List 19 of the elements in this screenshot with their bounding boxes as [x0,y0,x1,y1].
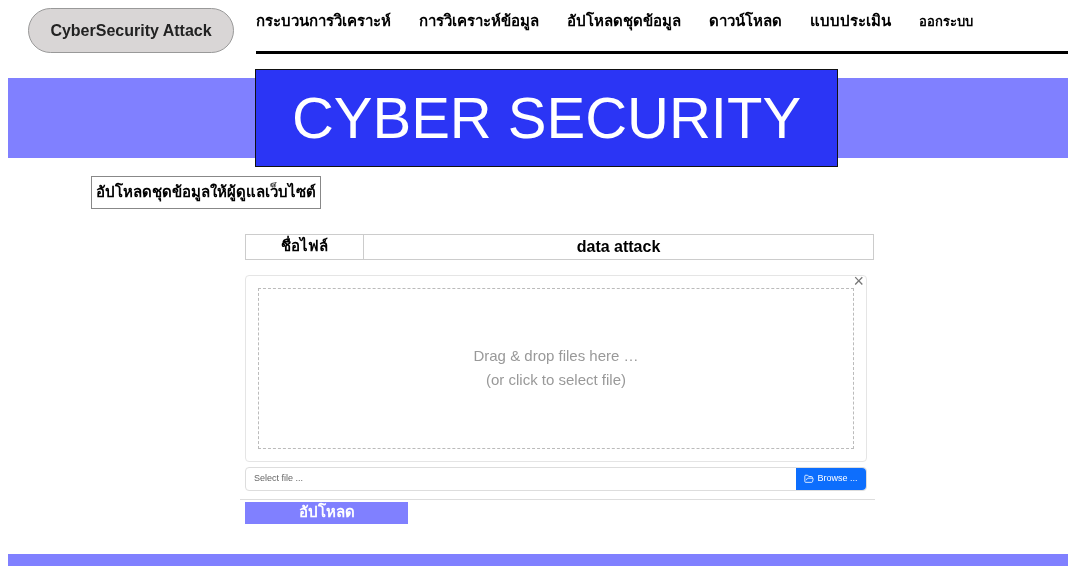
nav-link[interactable]: ดาวน์โหลด [709,10,782,33]
banner-title: CYBER SECURITY [255,69,838,167]
folder-icon [804,473,815,484]
nav-link[interactable]: อัปโหลดชุดข้อมูล [567,10,681,33]
section-title: อัปโหลดชุดข้อมูลให้ผู้ดูแลเว็บไซต์ [91,176,321,209]
nav-link[interactable]: ออกระบบ [919,11,973,32]
nav-link[interactable]: แบบประเมิน [810,10,891,33]
dropzone-hint: (or click to select file) [485,370,626,390]
browse-button[interactable]: Browse ... [796,467,866,490]
nav-link[interactable]: กระบวนการวิเคราะห์ [256,10,391,33]
file-input[interactable]: Select file ... Browse ... [245,466,867,491]
table-cell-text: data attack [575,236,662,257]
brand-logo[interactable]: CyberSecurity Attack [28,8,234,53]
file-name-field[interactable]: Select file ... [246,467,796,490]
close-button[interactable]: × [853,271,864,290]
dropzone-hint: Drag & drop files here … [473,346,639,366]
nav-link[interactable]: การวิเคราะห์ข้อมูล [419,10,539,33]
dropzone[interactable]: Drag & drop files here … (or click to select file) × [245,274,867,462]
table-cell: ชื่อไฟล์ [246,234,364,259]
